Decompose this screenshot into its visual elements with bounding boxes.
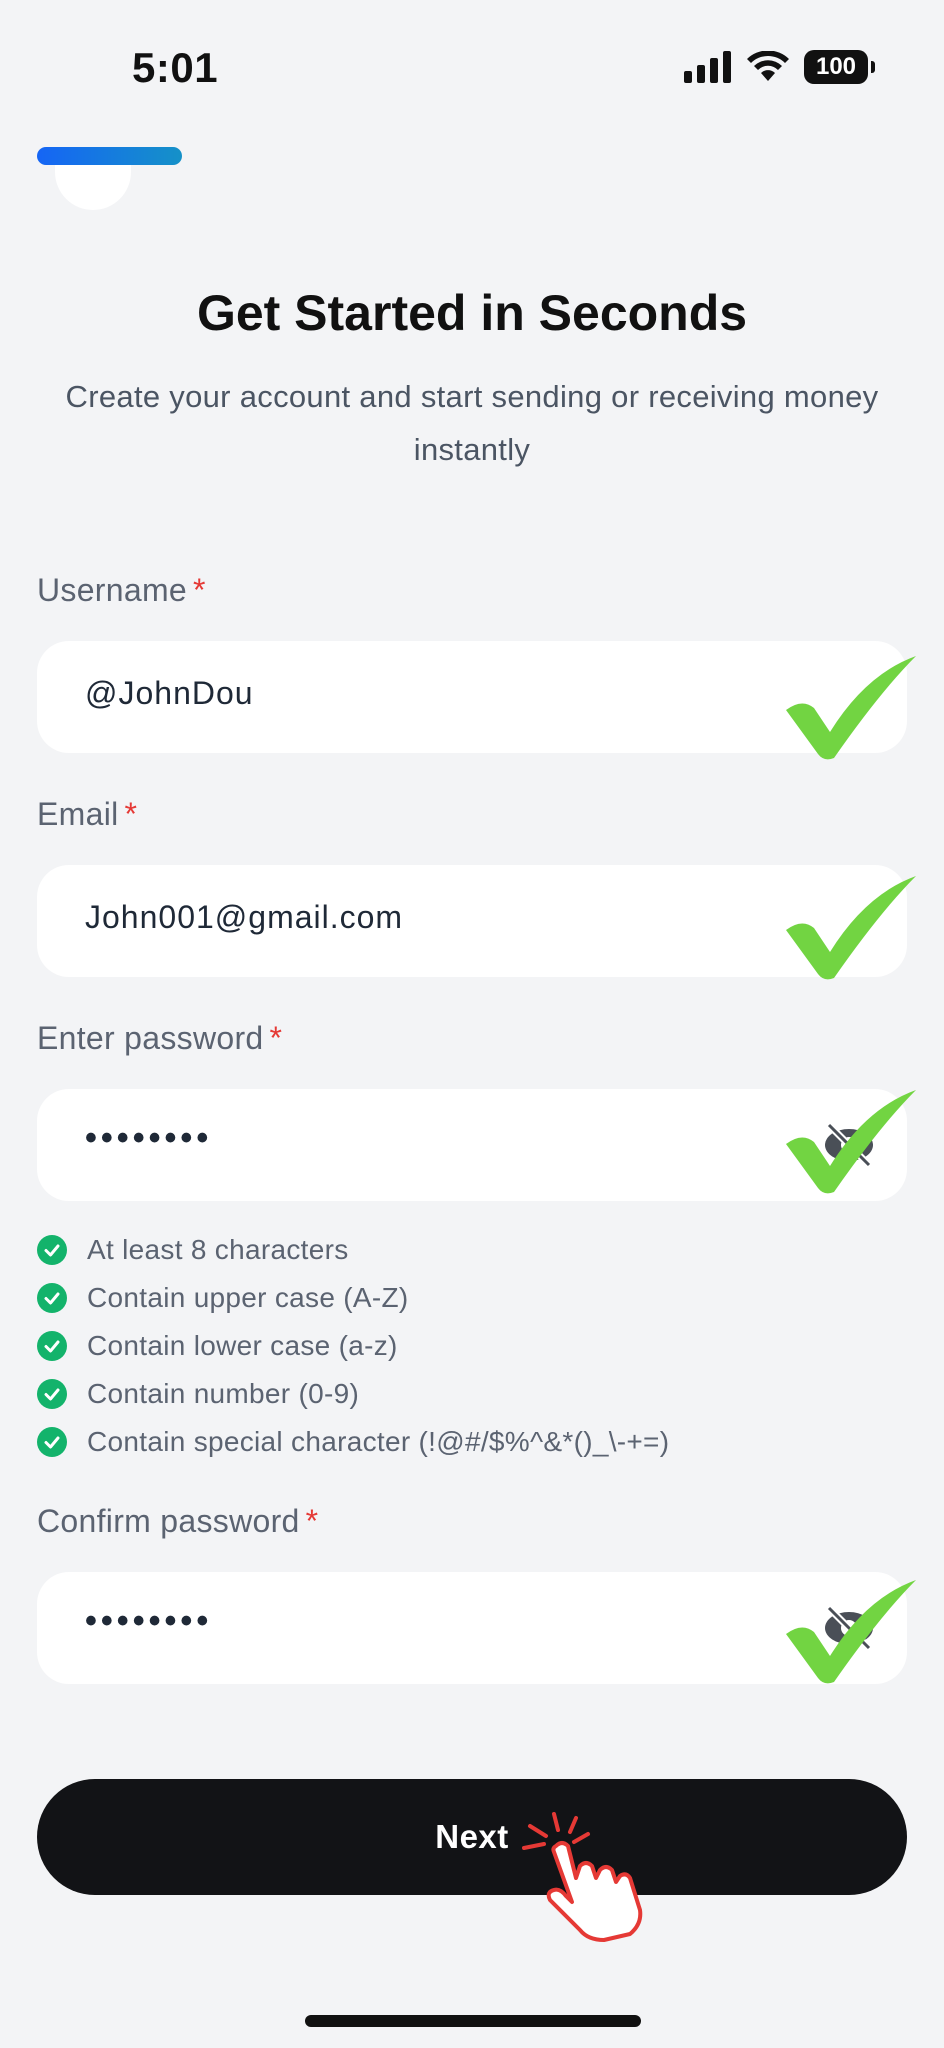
valid-checkmark-icon (786, 1090, 916, 1194)
valid-checkmark-icon (786, 876, 916, 980)
required-asterisk: * (305, 1503, 319, 1539)
requirement-item: Contain lower case (a-z) (37, 1322, 669, 1370)
home-indicator (305, 2015, 641, 2027)
required-asterisk: * (193, 572, 206, 608)
signup-progress-bar (37, 147, 182, 165)
wifi-icon (747, 51, 789, 81)
confirm-password-input[interactable]: •••••••• (37, 1572, 907, 1684)
password-requirements: At least 8 characters Contain upper case… (37, 1226, 669, 1466)
email-input[interactable]: John001@gmail.com (37, 865, 907, 977)
requirement-text: Contain upper case (A-Z) (87, 1282, 409, 1313)
email-label-text: Email (37, 796, 119, 832)
username-input[interactable]: @JohnDou (37, 641, 907, 753)
requirement-item: Contain special character (!@#/$%^&*()_\… (37, 1418, 669, 1466)
password-value: •••••••• (85, 1119, 213, 1157)
requirement-item: Contain upper case (A-Z) (37, 1274, 669, 1322)
check-circle-icon (37, 1235, 67, 1265)
status-time: 5:01 (132, 44, 219, 91)
check-circle-icon (37, 1283, 67, 1313)
confirm-password-value: •••••••• (85, 1602, 213, 1640)
requirement-item: At least 8 characters (37, 1226, 669, 1274)
next-button[interactable]: Next (37, 1779, 907, 1895)
requirement-item: Contain number (0-9) (37, 1370, 669, 1418)
battery-level: 100 (815, 53, 857, 80)
password-label-text: Enter password (37, 1020, 264, 1056)
confirm-password-label: Confirm password * (37, 1503, 318, 1540)
status-icons: 100 (684, 50, 875, 84)
confirm-password-label-text: Confirm password (37, 1503, 300, 1539)
check-circle-icon (37, 1379, 67, 1409)
tap-hand-icon (522, 1812, 643, 1942)
email-value: John001@gmail.com (85, 899, 404, 935)
requirement-text: Contain lower case (a-z) (87, 1330, 398, 1361)
password-label: Enter password * (37, 1020, 282, 1057)
requirement-text: Contain number (0-9) (87, 1378, 360, 1409)
username-label: Username * (37, 572, 206, 609)
username-label-text: Username (37, 572, 188, 608)
required-asterisk: * (269, 1020, 283, 1056)
required-asterisk: * (124, 796, 138, 832)
requirement-text: At least 8 characters (87, 1234, 349, 1265)
requirement-text: Contain special character (!@#/$%^&*()_\… (87, 1426, 670, 1457)
password-input[interactable]: •••••••• (37, 1089, 907, 1201)
cellular-signal-icon (684, 51, 731, 83)
status-bar: 5:01 100 (0, 0, 944, 140)
valid-checkmark-icon (786, 656, 916, 760)
page-title: Get Started in Seconds (196, 285, 748, 341)
check-circle-icon (37, 1331, 67, 1361)
page-subtitle: Create your account and start sending or… (65, 379, 879, 467)
next-button-label: Next (435, 1818, 509, 1855)
email-label: Email * (37, 796, 137, 833)
battery-icon: 100 (804, 50, 875, 84)
valid-checkmark-icon (786, 1580, 916, 1684)
username-value: @JohnDou (85, 675, 254, 711)
check-circle-icon (37, 1427, 67, 1457)
